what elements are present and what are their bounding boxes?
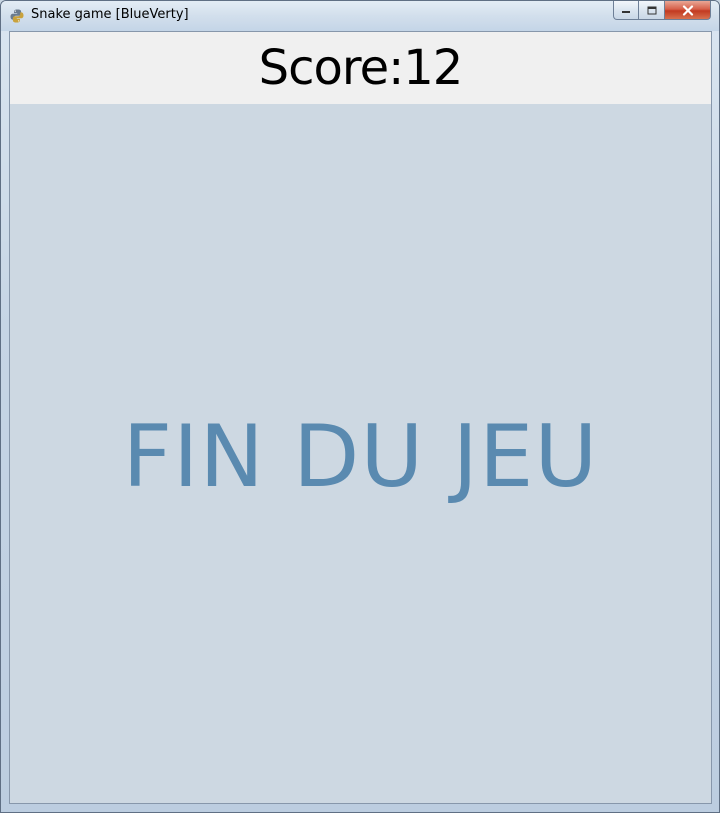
close-icon [682,4,693,16]
score-label: Score:12 [258,40,464,96]
window-title: Snake game [BlueVerty] [31,7,189,22]
game-over-text: FIN DU JEU [122,407,599,507]
python-icon [10,9,24,23]
game-window: Snake game [BlueVerty] Score:12 FIN DU J… [0,0,720,813]
window-controls [613,1,711,22]
game-board[interactable]: FIN DU JEU [10,104,711,803]
minimize-button[interactable] [613,1,639,20]
maximize-button[interactable] [639,1,665,20]
close-button[interactable] [665,1,711,20]
maximize-icon [647,6,656,14]
score-bar: Score:12 [10,32,711,104]
minimize-icon [622,11,630,13]
game-client-area: Score:12 FIN DU JEU [9,31,712,804]
title-bar[interactable]: Snake game [BlueVerty] [1,1,719,31]
